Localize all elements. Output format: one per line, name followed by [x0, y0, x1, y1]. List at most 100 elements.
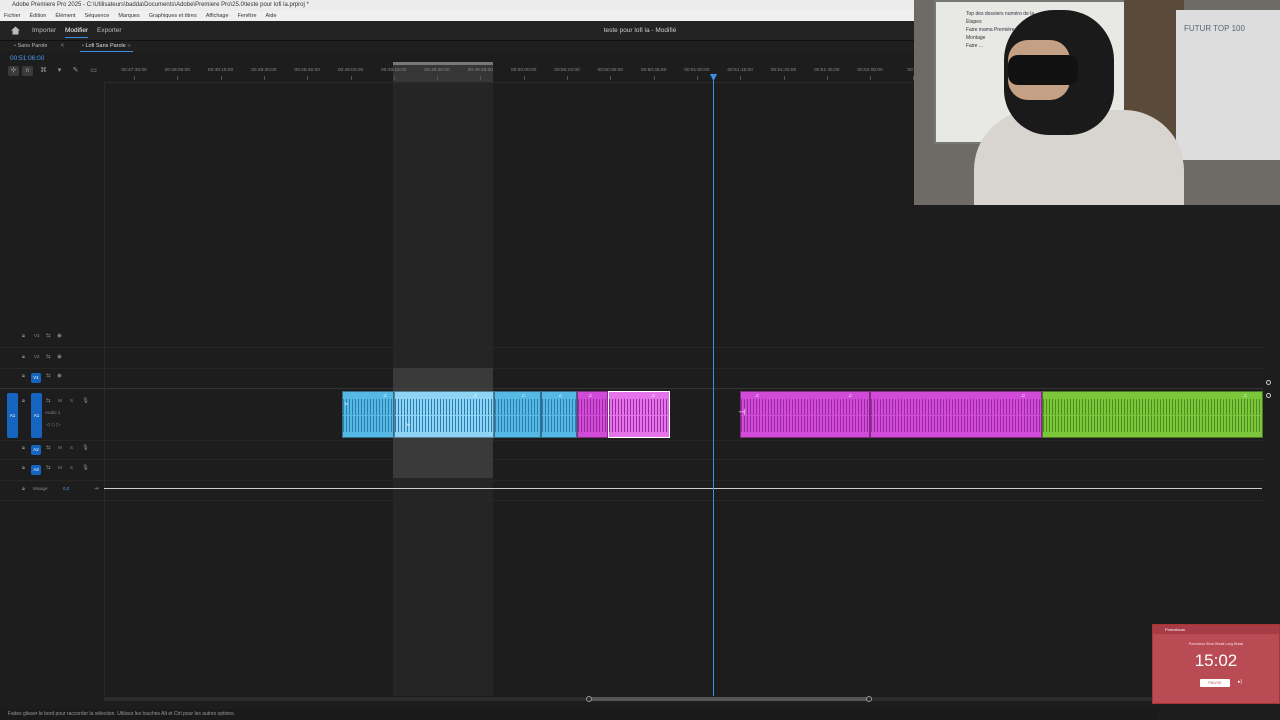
tab-lofi-sans-parole[interactable]: ▪ Lofi Sans Parole ≡ — [80, 41, 133, 52]
home-icon[interactable] — [10, 25, 21, 36]
music-note-icon: ♫ — [588, 393, 593, 399]
menu-file[interactable]: Fichier — [4, 13, 21, 19]
microphone-icon[interactable]: 🎙︎ — [82, 398, 89, 404]
linked-selection-icon[interactable]: ⌘ — [38, 66, 49, 76]
playhead-timecode[interactable]: 00:51:06:00 — [10, 55, 44, 62]
solo-button[interactable]: S — [70, 398, 73, 403]
lock-icon[interactable]: 🔒︎ — [22, 445, 25, 452]
keyframe-nav-icon[interactable]: ◁ ◇ ▷ — [46, 422, 60, 428]
workspace-export[interactable]: Exporter — [97, 21, 122, 40]
track-label[interactable]: V2 — [34, 354, 40, 359]
skip-icon[interactable]: ▸| — [1238, 679, 1244, 687]
lock-icon[interactable]: 🔒︎ — [22, 354, 25, 361]
track-label[interactable]: A2 — [31, 445, 41, 455]
menu-clip[interactable]: Élément — [55, 13, 75, 19]
eye-icon[interactable]: ◉ — [57, 373, 62, 379]
timer-modes[interactable]: Pomodoro Short Break Long Break — [1153, 642, 1279, 646]
ruler-tick-label: 00:50:00:00 — [511, 68, 537, 73]
tab-sans-parole[interactable]: ▪ Sans Parole — [14, 41, 47, 52]
sync-lock-icon[interactable]: ⇆ — [46, 373, 51, 379]
audio-clip[interactable]: ♫ — [1042, 391, 1263, 438]
sync-lock-icon[interactable]: ⇆ — [46, 333, 51, 339]
audio-clip[interactable]: ♫ ♫ — [740, 391, 870, 438]
ruler-tick-label: 00:51:30:00 — [770, 68, 797, 73]
menu-view[interactable]: Affichage — [206, 13, 229, 19]
mute-button[interactable]: M — [58, 445, 62, 450]
close-tab-icon[interactable]: ✕ — [60, 41, 65, 52]
track-name[interactable]: Audio 1 — [45, 410, 60, 415]
zoom-handle-right[interactable] — [866, 696, 872, 702]
zoom-handle-left[interactable] — [586, 696, 592, 702]
mute-button[interactable]: M — [58, 398, 62, 403]
timer-pause-button[interactable]: PAUSE — [1200, 679, 1230, 687]
lock-icon[interactable]: 🔒︎ — [22, 398, 25, 405]
music-note-icon: ♫ — [1243, 393, 1248, 399]
vertical-scroll-handle[interactable] — [1266, 380, 1271, 385]
vertical-scroll-handle[interactable] — [1266, 393, 1271, 398]
track-header-v3: 🔒︎ V3 ⇆ ◉ — [0, 333, 103, 343]
video-audio-divider[interactable] — [0, 388, 1263, 389]
mix-value[interactable]: 0,0 — [63, 486, 69, 491]
wrench-icon[interactable]: ✎ — [70, 66, 81, 76]
audio-clip[interactable]: ♫ fx — [342, 391, 394, 438]
solo-button[interactable]: S — [70, 445, 73, 450]
lock-icon[interactable]: 🔒︎ — [22, 373, 25, 380]
workspace-import[interactable]: Importer — [32, 21, 56, 40]
track-divider — [0, 459, 1263, 460]
mix-volume-line[interactable] — [104, 488, 1262, 489]
track-label[interactable]: V1 — [31, 373, 41, 383]
eye-icon[interactable]: ◉ — [57, 333, 62, 339]
ruler-tick-label: 00:52:00:00 — [857, 68, 883, 73]
timer-header: Pomofocus — [1153, 625, 1279, 634]
track-label[interactable]: A3 — [31, 465, 41, 475]
workspace-edit[interactable]: Modifier — [65, 21, 89, 40]
add-marker-icon[interactable]: ▾ — [54, 66, 65, 76]
lock-icon[interactable]: 🔒︎ — [22, 486, 25, 493]
person-mask — [1008, 55, 1078, 85]
solo-button[interactable]: S — [70, 465, 73, 470]
lock-icon[interactable]: 🔒︎ — [22, 333, 25, 340]
audio-clip[interactable]: ♫ — [870, 391, 1042, 438]
audio-clip[interactable]: ♫ — [577, 391, 608, 438]
nest-sequence-icon[interactable]: ⊹ — [8, 66, 19, 76]
ruler-tick-mark — [870, 76, 872, 80]
ruler-tick-label: 00:49:45:00 — [467, 68, 494, 73]
mute-button[interactable]: M — [58, 465, 62, 470]
lock-icon[interactable]: 🔒︎ — [22, 465, 25, 472]
menu-window[interactable]: Fenêtre — [238, 13, 257, 19]
ruler-tick-label: 00:48:15:00 — [207, 68, 234, 73]
track-label[interactable]: V3 — [34, 333, 40, 338]
ruler-tick-label: 00:51:15:00 — [727, 68, 753, 73]
captions-icon[interactable]: ▭ — [88, 66, 99, 76]
microphone-icon[interactable]: 🎙︎ — [82, 445, 89, 451]
audio-clip-selected[interactable]: ♫ — [608, 391, 670, 438]
timeline-scroll-thumb[interactable] — [589, 697, 869, 701]
menu-edit[interactable]: Édition — [30, 13, 47, 19]
snap-icon[interactable]: ∩ — [22, 66, 33, 76]
go-to-end-icon[interactable]: ⇥ — [94, 486, 99, 492]
sync-lock-icon[interactable]: ⇆ — [46, 398, 51, 404]
audio-clip[interactable]: ♫ — [494, 391, 541, 438]
audio-clip[interactable]: ♫ — [541, 391, 577, 438]
window-title: Adobe Premiere Pro 2025 - C:\Utilisateur… — [12, 2, 309, 8]
music-note-icon: ♫ — [1021, 393, 1026, 399]
menu-graphics[interactable]: Graphiques et titres — [149, 13, 197, 19]
music-note-icon: ♫ — [651, 393, 656, 399]
microphone-icon[interactable]: 🎙︎ — [82, 465, 89, 471]
pomodoro-timer: Pomofocus Pomodoro Short Break Long Brea… — [1152, 624, 1280, 704]
eye-icon[interactable]: ◉ — [57, 354, 62, 360]
playhead-line[interactable] — [713, 76, 714, 696]
sync-lock-icon[interactable]: ⇆ — [46, 465, 51, 471]
menu-markers[interactable]: Marques — [118, 13, 139, 19]
audio-clip[interactable]: ♫ fx — [394, 391, 494, 438]
ruler-tick-mark — [177, 76, 179, 80]
music-note-icon: ♫ — [558, 393, 563, 399]
time-ruler[interactable]: 00:47:45:00 00:48:00:00 00:48:15:00 00:48:3… — [104, 62, 919, 83]
menu-help[interactable]: Aide — [266, 13, 277, 19]
music-note-icon: ♫ — [521, 393, 526, 399]
menu-sequence[interactable]: Séquence — [85, 13, 110, 19]
ruler-tick-mark — [696, 76, 698, 80]
sync-lock-icon[interactable]: ⇆ — [46, 354, 51, 360]
sync-lock-icon[interactable]: ⇆ — [46, 445, 51, 451]
music-note-icon: ♫ — [848, 393, 853, 399]
